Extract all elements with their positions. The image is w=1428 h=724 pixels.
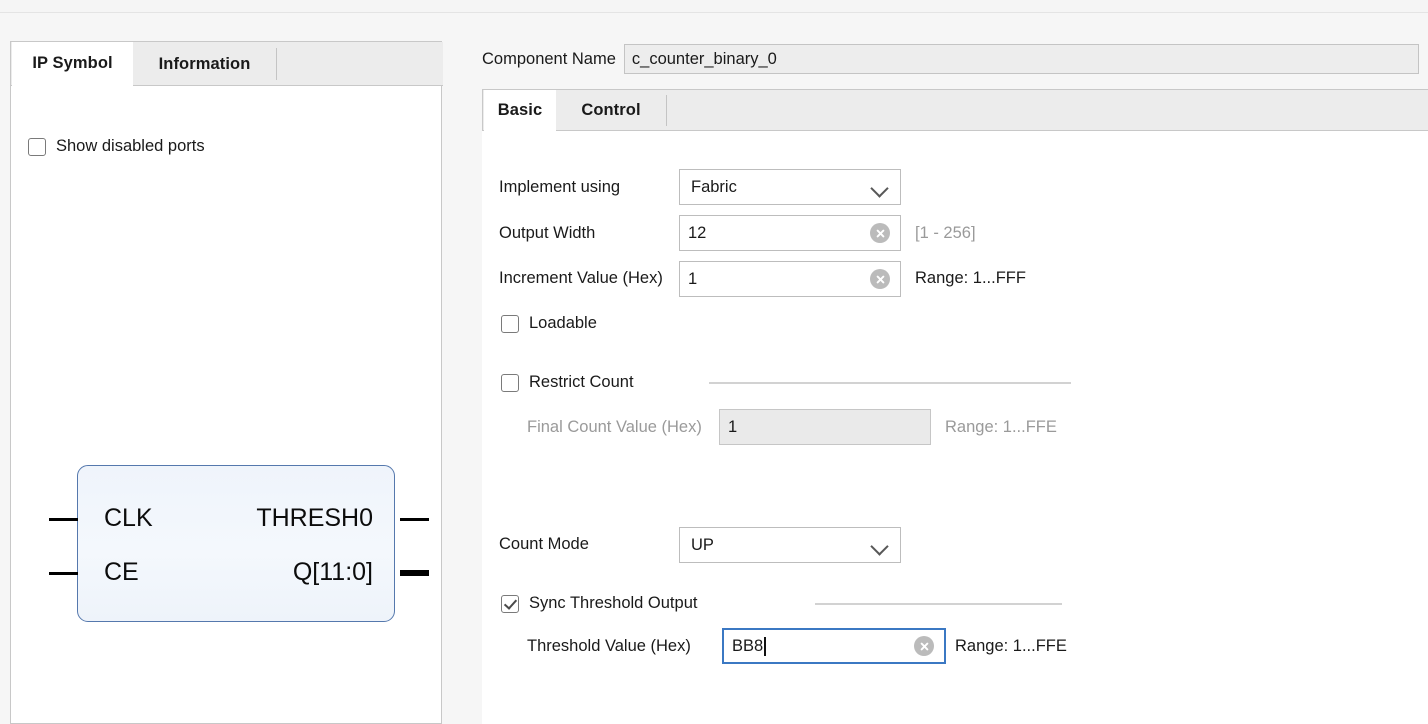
config-tabbar: Basic Control <box>482 89 1428 131</box>
restrict-count-row[interactable]: Restrict Count <box>501 373 634 392</box>
threshold-value-range: Range: 1...FFE <box>955 637 1067 655</box>
threshold-value-value: BB8 <box>732 636 764 655</box>
component-name-value: c_counter_binary_0 <box>631 49 777 68</box>
clear-circle-icon[interactable] <box>870 223 890 243</box>
loadable-row[interactable]: Loadable <box>501 314 597 333</box>
count-mode-label: Count Mode <box>499 535 589 553</box>
show-disabled-ports-label: Show disabled ports <box>56 137 205 155</box>
tab-separator <box>276 48 277 80</box>
restrict-count-label: Restrict Count <box>529 373 634 391</box>
window-top-strip <box>0 0 1428 13</box>
restrict-count-separator <box>709 382 1071 384</box>
tab-ip-symbol-label: IP Symbol <box>32 54 113 72</box>
symbol-port-thresh0: THRESH0 <box>256 504 373 532</box>
pin-thresh0-wire <box>400 518 429 521</box>
loadable-label: Loadable <box>529 314 597 332</box>
restrict-count-checkbox[interactable] <box>501 373 519 392</box>
show-disabled-ports-checkbox[interactable] <box>28 137 46 156</box>
final-count-value-range: Range: 1...FFE <box>945 418 1057 436</box>
tab-information-label: Information <box>158 54 251 73</box>
tab-control[interactable]: Control <box>556 90 666 131</box>
clear-circle-icon[interactable] <box>914 636 934 656</box>
basic-tab-form: Implement using Fabric Output Width 12 [… <box>482 131 1428 724</box>
symbol-port-clk: CLK <box>104 504 153 532</box>
configuration-panel: Component Name c_counter_binary_0 Basic … <box>470 32 1428 724</box>
component-name-row: Component Name c_counter_binary_0 <box>482 44 1419 74</box>
clear-circle-icon[interactable] <box>870 269 890 289</box>
pin-ce-wire <box>49 572 78 575</box>
increment-value-label: Increment Value (Hex) <box>499 269 663 287</box>
tab-ip-symbol[interactable]: IP Symbol <box>12 42 133 86</box>
increment-value-range: Range: 1...FFF <box>915 269 1026 287</box>
output-width-range: [1 - 256] <box>915 224 976 242</box>
tab-information[interactable]: Information <box>133 42 276 86</box>
left-panel-tabbar: IP Symbol Information <box>11 42 443 86</box>
symbol-port-q: Q[11:0] <box>292 558 373 586</box>
output-width-label: Output Width <box>499 224 596 242</box>
threshold-value-label: Threshold Value (Hex) <box>527 637 691 655</box>
count-mode-select[interactable]: UP <box>679 527 901 563</box>
threshold-value-input[interactable]: BB8 <box>722 628 946 664</box>
sync-threshold-separator <box>815 603 1062 605</box>
ip-symbol-body <box>77 465 395 622</box>
component-name-label: Component Name <box>482 49 616 68</box>
text-caret <box>764 636 766 656</box>
show-disabled-ports-row[interactable]: Show disabled ports <box>28 137 205 156</box>
output-width-value: 12 <box>688 223 707 242</box>
sync-threshold-output-row[interactable]: Sync Threshold Output <box>501 594 697 613</box>
output-width-input[interactable]: 12 <box>679 215 901 251</box>
increment-value-value: 1 <box>688 269 698 288</box>
sync-threshold-output-label: Sync Threshold Output <box>529 594 698 612</box>
ip-symbol-diagram: CLK CE THRESH0 Q[11:0] <box>49 457 429 632</box>
implement-using-value: Fabric <box>691 177 737 196</box>
sync-threshold-output-checkbox[interactable] <box>501 594 519 613</box>
ip-symbol-panel: IP Symbol Information Show disabled port… <box>10 41 443 724</box>
pin-q-bus-wire <box>400 570 429 576</box>
implement-using-label: Implement using <box>499 178 621 196</box>
increment-value-input[interactable]: 1 <box>679 261 901 297</box>
tab-basic[interactable]: Basic <box>484 90 556 131</box>
pin-clk-wire <box>49 518 78 521</box>
tab-basic-label: Basic <box>497 100 543 119</box>
tab-control-label: Control <box>581 101 641 119</box>
chevron-down-icon <box>870 537 889 556</box>
config-tab-separator <box>666 95 667 126</box>
final-count-value-label: Final Count Value (Hex) <box>527 418 702 436</box>
count-mode-value: UP <box>691 535 714 554</box>
symbol-port-ce: CE <box>104 558 139 586</box>
loadable-checkbox[interactable] <box>501 314 519 333</box>
implement-using-select[interactable]: Fabric <box>679 169 901 205</box>
final-count-value-value: 1 <box>728 417 738 436</box>
final-count-value-input: 1 <box>719 409 931 445</box>
component-name-input[interactable]: c_counter_binary_0 <box>623 44 1419 74</box>
chevron-down-icon <box>870 179 889 198</box>
